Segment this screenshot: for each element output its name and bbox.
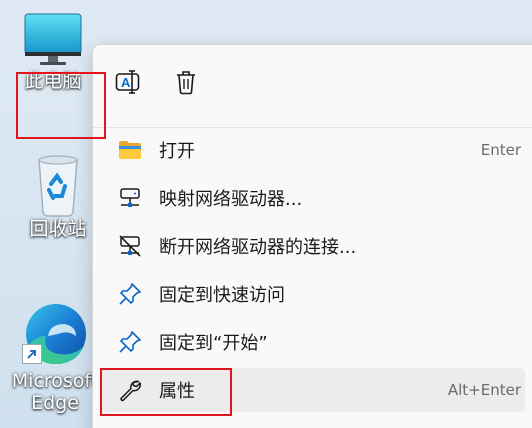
menu-item-label: 映射网络驱动器... — [159, 189, 303, 210]
menu-item-pin-start[interactable]: 固定到“开始” — [101, 320, 525, 364]
svg-text:A: A — [121, 75, 131, 90]
desktop-icon-recycle-bin[interactable]: 回收站 — [13, 150, 103, 240]
pin-icon — [115, 327, 145, 357]
shortcut-arrow-icon — [22, 344, 42, 364]
desktop-icon-label-line1: Microsoft — [11, 370, 99, 392]
monitor-icon — [21, 8, 85, 70]
trash-icon — [174, 69, 198, 99]
menu-item-label: 打开 — [159, 141, 195, 162]
delete-button[interactable] — [169, 67, 203, 101]
rename-button[interactable]: A — [111, 67, 145, 101]
menu-item-map-network-drive[interactable]: 映射网络驱动器... — [101, 176, 525, 220]
menu-item-open[interactable]: 打开 Enter — [101, 128, 525, 172]
recycle-bin-icon — [31, 150, 85, 218]
menu-item-shortcut: Alt+Enter — [447, 381, 521, 399]
menu-item-shortcut: Enter — [480, 141, 521, 159]
menu-item-pin-quick-access[interactable]: 固定到快速访问 — [101, 272, 525, 316]
pin-icon — [115, 279, 145, 309]
highlight-box-properties — [100, 368, 232, 416]
menu-item-label: 固定到快速访问 — [159, 285, 285, 306]
desktop-icon-label-line2: Edge — [31, 392, 79, 414]
menu-item-disconnect-network-drive[interactable]: 断开网络驱动器的连接... — [101, 224, 525, 268]
edge-icon — [20, 300, 90, 370]
disconnect-drive-icon — [115, 231, 145, 261]
desktop-icon-label: 回收站 — [29, 218, 87, 240]
context-menu-toolbar: A — [93, 45, 532, 123]
desktop-icon-edge[interactable]: Microsoft Edge — [10, 300, 100, 414]
network-drive-icon — [115, 183, 145, 213]
folder-icon — [115, 135, 145, 165]
rename-icon: A — [115, 69, 141, 99]
menu-item-label: 固定到“开始” — [159, 333, 268, 354]
highlight-box-this-pc — [16, 72, 106, 139]
menu-item-label: 断开网络驱动器的连接... — [159, 237, 357, 258]
